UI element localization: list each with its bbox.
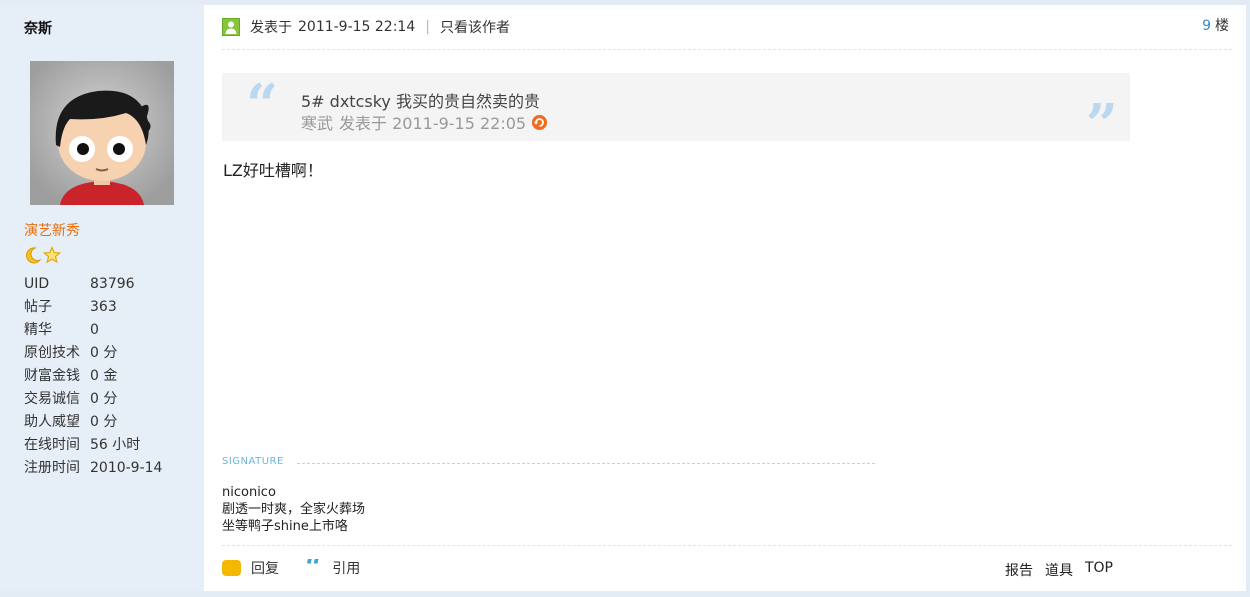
author-name[interactable]: 奈斯 xyxy=(24,18,52,38)
quote-close-icon: ” xyxy=(1085,92,1118,158)
stat-prestige: 助人威望 0 分 xyxy=(24,411,162,434)
author-sidebar: 奈斯 演艺新秀 UID 83796 帖子 363 精华 0 原创技术 0 分 财… xyxy=(0,5,204,591)
footer-divider xyxy=(222,545,1232,546)
stat-uid: UID 83796 xyxy=(24,273,162,296)
signature-title: SIGNATURE xyxy=(222,456,284,467)
stat-value: 0 分 xyxy=(90,345,118,361)
stat-value: 56 小时 xyxy=(90,437,141,453)
stat-value[interactable]: 363 xyxy=(90,296,117,319)
signature-line: niconico xyxy=(222,485,276,500)
stat-tech: 原创技术 0 分 xyxy=(24,342,162,365)
signature-text: niconico 剧透一时爽，全家火葬场 坐等鸭子shine上市咯 xyxy=(222,484,365,535)
reply-icon[interactable] xyxy=(222,560,241,576)
stat-credit: 交易诚信 0 分 xyxy=(24,388,162,411)
stat-value: 0 金 xyxy=(90,368,118,384)
online-status-icon xyxy=(222,18,240,36)
stat-value: 83796 xyxy=(90,276,135,292)
stat-posts: 帖子 363 xyxy=(24,296,162,319)
stat-label: UID xyxy=(24,276,50,292)
quote-text: 5# dxtcsky 我买的贵自然卖的贵 xyxy=(301,92,540,111)
stat-label: 帖子 xyxy=(24,299,52,315)
quote-posted: 发表于 2011-9-15 22:05 xyxy=(339,114,527,133)
post-message: LZ好吐槽啊！ xyxy=(223,161,323,180)
star-icon xyxy=(43,246,61,264)
stat-register-date: 注册时间 2010-9-14 xyxy=(24,457,162,480)
post-content: 发表于 2011-9-15 22:14 | 只看该作者 9楼 “ ” 5# dx… xyxy=(204,5,1246,591)
stat-value[interactable]: 0 xyxy=(90,319,99,342)
avatar[interactable] xyxy=(30,61,174,205)
only-author-link[interactable]: 只看该作者 xyxy=(440,17,510,37)
stat-label: 交易诚信 xyxy=(24,391,80,407)
signature-line: 坐等鸭子shine上市咯 xyxy=(222,519,348,534)
stat-value: 0 分 xyxy=(90,391,118,407)
header-divider xyxy=(222,49,1232,50)
user-rank: 演艺新秀 xyxy=(24,223,80,239)
stat-value: 2010-9-14 xyxy=(90,460,163,476)
rank-stars xyxy=(24,246,61,264)
stat-label: 在线时间 xyxy=(24,437,80,453)
stat-label: 原创技术 xyxy=(24,345,80,361)
quote-meta: 寒武 发表于 2011-9-15 22:05 xyxy=(301,110,548,134)
moon-icon xyxy=(26,247,42,264)
stat-label: 注册时间 xyxy=(24,460,80,476)
post-tools: 报告 道具 TOP xyxy=(1005,560,1113,580)
quote-block: “ ” 5# dxtcsky 我买的贵自然卖的贵 寒武 发表于 2011-9-1… xyxy=(222,72,1130,155)
post-actions: 回复 “ 引用 xyxy=(222,558,360,578)
top-button[interactable]: TOP xyxy=(1085,560,1113,580)
stat-online-time: 在线时间 56 小时 xyxy=(24,434,162,457)
report-button[interactable]: 报告 xyxy=(1005,560,1033,580)
stat-digest: 精华 0 xyxy=(24,319,162,342)
avatar-image xyxy=(30,61,174,205)
posted-prefix: 发表于 xyxy=(250,20,292,36)
goto-original-icon[interactable] xyxy=(532,114,548,130)
stat-label: 精华 xyxy=(24,322,52,338)
stat-value: 0 分 xyxy=(90,414,118,430)
floor-number-value: 9 xyxy=(1202,18,1211,34)
stat-label: 助人威望 xyxy=(24,414,80,430)
user-stats: UID 83796 帖子 363 精华 0 原创技术 0 分 财富金钱 0 金 … xyxy=(24,273,162,480)
stat-label: 财富金钱 xyxy=(24,368,80,384)
reply-button[interactable]: 回复 xyxy=(251,558,279,578)
floor-number[interactable]: 9楼 xyxy=(1202,15,1229,35)
header-separator: | xyxy=(425,19,430,35)
posted-time: 2011-9-15 22:14 xyxy=(298,19,416,35)
quote-button[interactable]: 引用 xyxy=(332,558,360,578)
signature-divider xyxy=(297,463,875,464)
quote-author: 寒武 xyxy=(301,114,334,133)
quote-open-icon: “ xyxy=(246,72,279,138)
tools-button[interactable]: 道具 xyxy=(1045,560,1073,580)
bottom-border xyxy=(0,591,1250,597)
floor-unit: 楼 xyxy=(1215,18,1229,34)
quote-icon[interactable]: “ xyxy=(305,559,322,577)
signature-line: 剧透一时爽，全家火葬场 xyxy=(222,502,366,517)
right-border xyxy=(1246,0,1250,597)
post-header: 发表于 2011-9-15 22:14 | 只看该作者 xyxy=(222,17,510,37)
stat-money: 财富金钱 0 金 xyxy=(24,365,162,388)
